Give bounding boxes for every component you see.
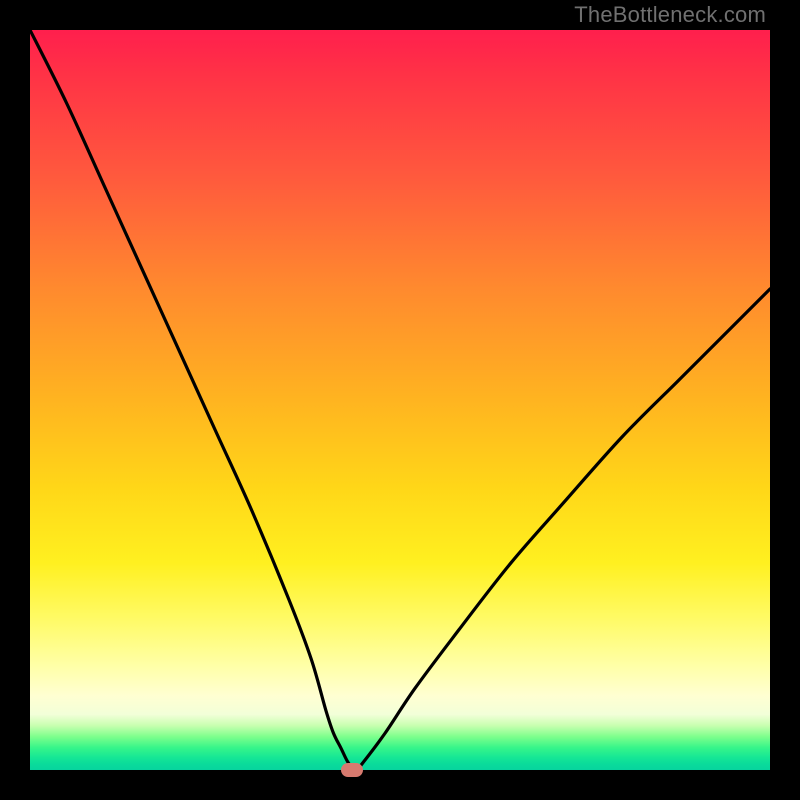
optimum-marker — [341, 763, 363, 777]
plot-area — [30, 30, 770, 770]
curve-svg — [30, 30, 770, 770]
bottleneck-curve — [30, 30, 770, 770]
chart-frame: TheBottleneck.com — [0, 0, 800, 800]
watermark-text: TheBottleneck.com — [574, 2, 766, 28]
